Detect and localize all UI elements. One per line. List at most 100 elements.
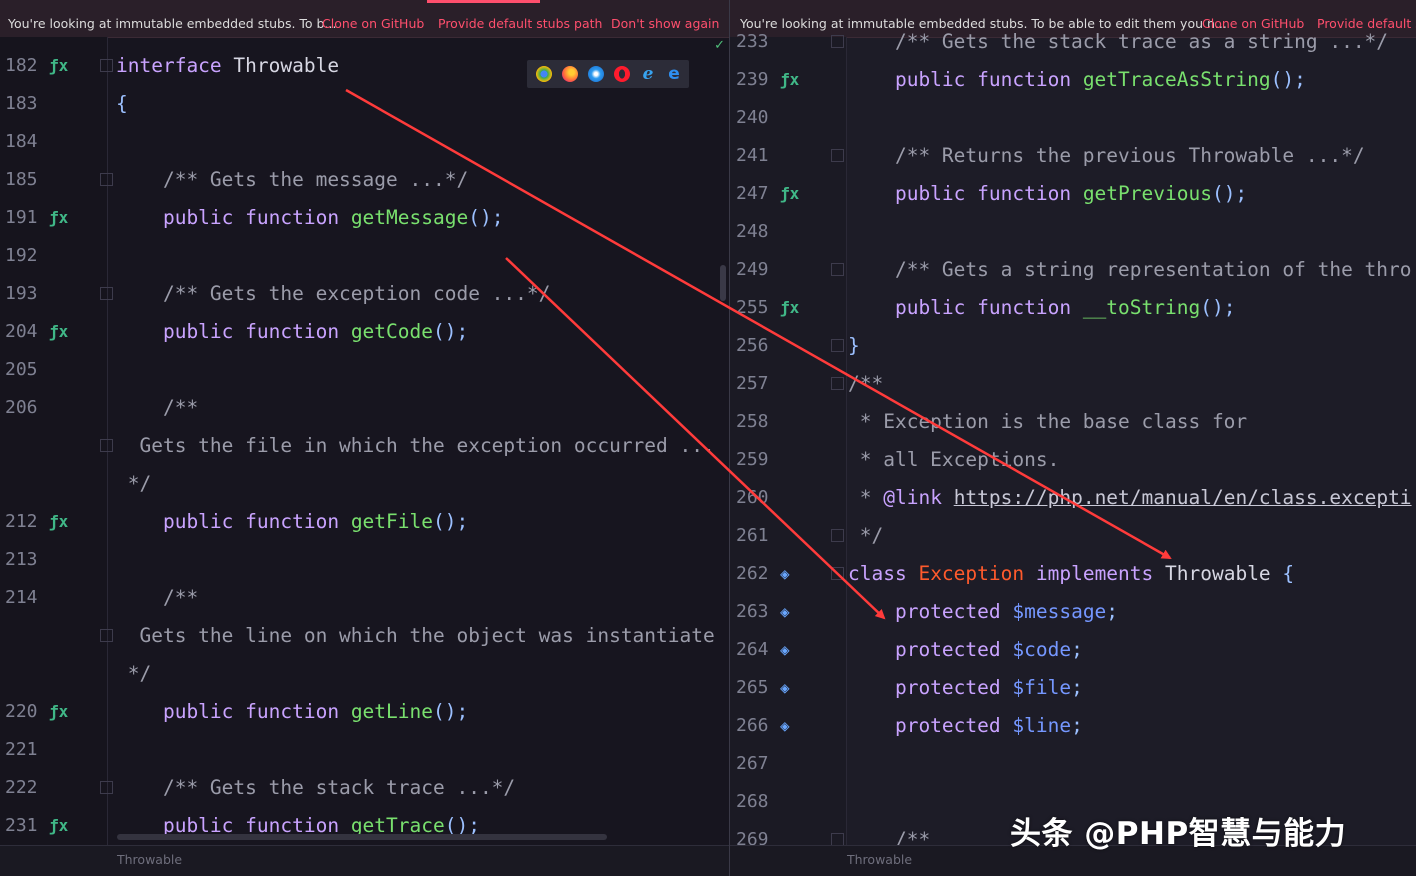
- code-text[interactable]: /** Gets a string representation of the …: [848, 251, 1412, 289]
- property-icon[interactable]: ◈: [780, 593, 790, 631]
- code-line[interactable]: 261 */: [730, 517, 1416, 555]
- vertical-scrollbar[interactable]: [720, 265, 726, 301]
- code-line[interactable]: 185 /** Gets the message ...*/: [0, 161, 729, 199]
- code-text[interactable]: {: [116, 85, 128, 123]
- code-line[interactable]: 241 /** Returns the previous Throwable .…: [730, 137, 1416, 175]
- code-line[interactable]: 263 ◈ protected $message;: [730, 593, 1416, 631]
- fold-toggle-icon[interactable]: [831, 567, 844, 580]
- code-text[interactable]: */: [116, 465, 152, 503]
- code-line[interactable]: 259 * all Exceptions.: [730, 441, 1416, 479]
- breadcrumb-throwable[interactable]: Throwable: [847, 852, 912, 867]
- code-line[interactable]: 206 /**: [0, 389, 729, 427]
- breadcrumb-throwable[interactable]: Throwable: [117, 852, 182, 867]
- right-editor-pane[interactable]: You're looking at immutable embedded stu…: [730, 0, 1416, 876]
- code-text[interactable]: public function getLine();: [116, 693, 468, 731]
- code-text[interactable]: * all Exceptions.: [848, 441, 1060, 479]
- code-line[interactable]: 265 ◈ protected $file;: [730, 669, 1416, 707]
- fold-toggle-icon[interactable]: [100, 629, 113, 642]
- implemented-method-icon[interactable]: ƒx: [780, 289, 799, 327]
- implemented-method-icon[interactable]: ƒx: [49, 47, 68, 85]
- dont-show-again-link[interactable]: Don't show again: [611, 16, 719, 31]
- code-text[interactable]: */: [848, 517, 884, 555]
- code-line[interactable]: */: [0, 655, 729, 693]
- fold-toggle-icon[interactable]: [100, 781, 113, 794]
- code-text[interactable]: protected $code;: [848, 631, 1083, 669]
- code-line[interactable]: 221: [0, 731, 729, 769]
- code-text[interactable]: public function getPrevious();: [848, 175, 1247, 213]
- code-area[interactable]: 182 ƒx interface Throwable 183 {184 185 /** G…: [0, 37, 729, 846]
- code-line[interactable]: 222 /** Gets the stack trace ...*/: [0, 769, 729, 807]
- code-text[interactable]: public function getMessage();: [116, 199, 504, 237]
- code-text[interactable]: */: [116, 655, 152, 693]
- fold-toggle-icon[interactable]: [100, 287, 113, 300]
- code-text[interactable]: /**: [116, 579, 198, 617]
- code-text[interactable]: protected $message;: [848, 593, 1118, 631]
- implemented-method-icon[interactable]: ƒx: [49, 693, 68, 731]
- edge-icon[interactable]: e: [666, 66, 682, 83]
- code-text[interactable]: /** Gets the exception code ...*/: [116, 275, 550, 313]
- code-line[interactable]: 204 ƒx public function getCode();: [0, 313, 729, 351]
- property-icon[interactable]: ◈: [780, 707, 790, 745]
- code-line[interactable]: 260 * @link https://php.net/manual/en/cl…: [730, 479, 1416, 517]
- provide-default-stubs-path-link[interactable]: Provide default stubs path: [438, 16, 602, 31]
- property-icon[interactable]: ◈: [780, 669, 790, 707]
- implemented-method-icon[interactable]: ƒx: [780, 61, 799, 99]
- ie-icon[interactable]: e: [640, 66, 656, 83]
- code-text[interactable]: * @link https://php.net/manual/en/class.…: [848, 479, 1412, 517]
- code-text[interactable]: class Exception implements Throwable {: [848, 555, 1294, 593]
- code-line[interactable]: 239 ƒx public function getTraceAsString()…: [730, 61, 1416, 99]
- code-line[interactable]: 247 ƒx public function getPrevious();: [730, 175, 1416, 213]
- code-line[interactable]: 257 /**: [730, 365, 1416, 403]
- implemented-method-icon[interactable]: ƒx: [49, 503, 68, 541]
- code-line[interactable]: 220 ƒx public function getLine();: [0, 693, 729, 731]
- code-line[interactable]: 248: [730, 213, 1416, 251]
- fold-toggle-icon[interactable]: [100, 439, 113, 452]
- code-text[interactable]: /**: [116, 389, 198, 427]
- fold-toggle-icon[interactable]: [100, 173, 113, 186]
- code-line[interactable]: 240: [730, 99, 1416, 137]
- code-line[interactable]: 193 /** Gets the exception code ...*/: [0, 275, 729, 313]
- code-line[interactable]: 183 {: [0, 85, 729, 123]
- code-text[interactable]: * Exception is the base class for: [848, 403, 1247, 441]
- code-text[interactable]: public function getTraceAsString();: [848, 61, 1306, 99]
- code-line[interactable]: 191 ƒx public function getMessage();: [0, 199, 729, 237]
- code-text[interactable]: }: [848, 327, 860, 365]
- fold-toggle-icon[interactable]: [100, 59, 113, 72]
- implemented-method-icon[interactable]: ƒx: [49, 807, 68, 845]
- code-line[interactable]: 264 ◈ protected $code;: [730, 631, 1416, 669]
- code-text[interactable]: public function getCode();: [116, 313, 468, 351]
- fold-toggle-icon[interactable]: [831, 529, 844, 542]
- safari-icon[interactable]: [588, 66, 604, 82]
- opera-icon[interactable]: [614, 66, 630, 82]
- implemented-method-icon[interactable]: ƒx: [49, 313, 68, 351]
- fold-toggle-icon[interactable]: [831, 35, 844, 48]
- code-line[interactable]: Gets the file in which the exception occ…: [0, 427, 729, 465]
- code-line[interactable]: 213: [0, 541, 729, 579]
- code-line[interactable]: 212 ƒx public function getFile();: [0, 503, 729, 541]
- code-text[interactable]: protected $file;: [848, 669, 1083, 707]
- code-text[interactable]: Gets the file in which the exception occ…: [116, 427, 714, 465]
- code-text[interactable]: /**: [848, 365, 883, 403]
- code-text[interactable]: /** Gets the message ...*/: [116, 161, 468, 199]
- property-icon[interactable]: ◈: [780, 555, 790, 593]
- code-line[interactable]: 214 /**: [0, 579, 729, 617]
- code-area[interactable]: 233 /** Gets the stack trace as a string…: [730, 30, 1416, 851]
- code-text[interactable]: protected $line;: [848, 707, 1083, 745]
- chrome-icon[interactable]: [536, 66, 552, 82]
- code-line[interactable]: 249 /** Gets a string representation of …: [730, 251, 1416, 289]
- code-text[interactable]: public function __toString();: [848, 289, 1236, 327]
- code-line[interactable]: Gets the line on which the object was in…: [0, 617, 729, 655]
- code-line[interactable]: 266 ◈ protected $line;: [730, 707, 1416, 745]
- code-line[interactable]: 262 ◈ class Exception implements Throwable…: [730, 555, 1416, 593]
- property-icon[interactable]: ◈: [780, 631, 790, 669]
- code-line[interactable]: 205: [0, 351, 729, 389]
- code-line[interactable]: 184: [0, 123, 729, 161]
- firefox-icon[interactable]: [562, 66, 578, 82]
- code-line[interactable]: 256}: [730, 327, 1416, 365]
- code-line[interactable]: 192: [0, 237, 729, 275]
- implemented-method-icon[interactable]: ƒx: [780, 175, 799, 213]
- code-text[interactable]: /** Returns the previous Throwable ...*/: [848, 137, 1365, 175]
- code-text[interactable]: /** Gets the stack trace ...*/: [116, 769, 515, 807]
- code-text[interactable]: interface Throwable: [116, 47, 339, 85]
- code-line[interactable]: */: [0, 465, 729, 503]
